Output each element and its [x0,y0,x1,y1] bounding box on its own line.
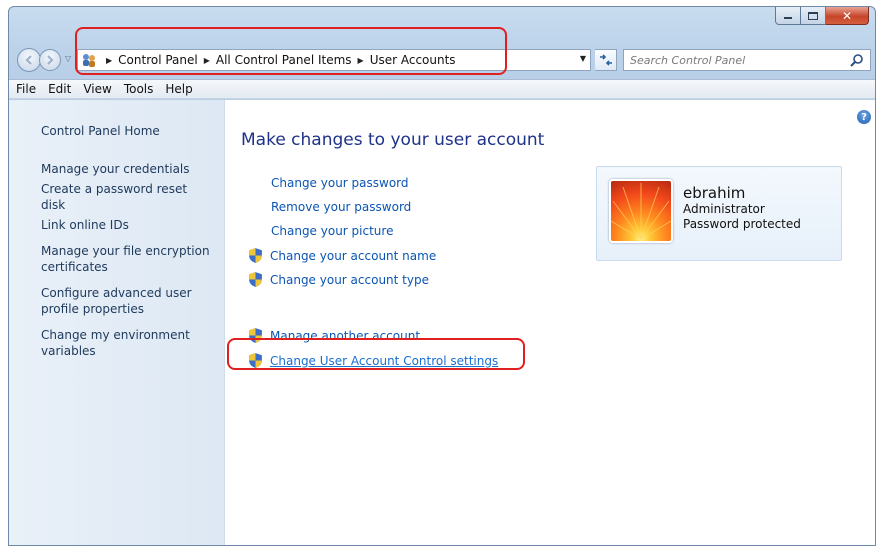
user-name: ebrahim [683,184,746,202]
task-label[interactable]: Change your account name [270,249,436,263]
link-online-ids-link[interactable]: Link online IDs [41,217,214,233]
help-icon[interactable]: ? [857,110,871,124]
breadcrumb-arrow-icon[interactable]: ▶ [106,56,112,65]
content-area: Control Panel Home Manage your credentia… [9,100,875,545]
user-info: ebrahim Administrator Password protected [683,185,801,260]
breadcrumb-user-accounts[interactable]: User Accounts [370,53,456,67]
task-change-uac-settings[interactable]: Change User Account Control settings [247,352,498,369]
navigation-bar: ▽ ▶ Control Panel ▶ All Control Panel It… [9,47,875,73]
menu-file[interactable]: File [10,82,42,96]
menu-edit[interactable]: Edit [42,82,77,96]
task-label[interactable]: Change your account type [270,273,429,287]
user-password-status: Password protected [683,217,801,231]
task-pane: Control Panel Home Manage your credentia… [9,100,225,545]
breadcrumb-all-items[interactable]: All Control Panel Items [216,53,352,67]
environment-variables-link[interactable]: Change my environment variables [41,327,214,359]
search-input[interactable] [630,53,840,67]
close-icon: ✕ [841,8,853,23]
arrow-right-icon [47,55,54,65]
minimize-icon [784,17,792,19]
refresh-button[interactable] [595,49,617,71]
task-change-account-type[interactable]: Change your account type [247,271,429,288]
shield-icon [249,272,262,287]
minimize-button[interactable] [775,7,801,25]
file-encryption-link[interactable]: Manage your file encryption certificates [41,243,214,275]
maximize-icon [808,11,818,20]
avatar [609,179,673,243]
back-button[interactable] [17,48,41,72]
address-dropdown-icon[interactable]: ▼ [580,54,586,63]
control-panel-window: ✕ ▽ ▶ Control Panel ▶ All Control Panel … [8,6,876,546]
menu-tools[interactable]: Tools [118,82,160,96]
menu-view[interactable]: View [77,82,117,96]
advanced-profile-link[interactable]: Configure advanced user profile properti… [41,285,214,317]
user-role: Administrator [683,202,765,216]
shield-icon [249,328,262,343]
search-box[interactable] [623,49,871,71]
close-button[interactable]: ✕ [826,7,869,25]
breadcrumb-control-panel[interactable]: Control Panel [118,53,198,67]
menu-help[interactable]: Help [159,82,198,96]
shield-icon [249,248,262,263]
arrow-left-icon [25,55,32,65]
address-bar[interactable]: ▶ Control Panel ▶ All Control Panel Item… [77,49,591,71]
task-change-account-name[interactable]: Change your account name [247,247,436,264]
user-account-card: ebrahim Administrator Password protected [596,166,842,261]
page-title: Make changes to your user account [241,130,545,150]
create-reset-disk-link[interactable]: Create a password reset disk [41,181,214,213]
task-label[interactable]: Remove your password [271,200,411,214]
shield-icon [249,353,262,368]
flower-picture-icon [611,183,671,240]
task-label[interactable]: Manage another account [270,329,420,343]
forward-button[interactable] [39,49,61,71]
menu-bar: File Edit View Tools Help [9,79,875,99]
manage-credentials-link[interactable]: Manage your credentials [41,161,214,177]
refresh-icon [599,54,612,66]
task-change-password[interactable]: Change your password [247,176,409,190]
task-remove-password[interactable]: Remove your password [247,200,411,214]
search-icon[interactable] [850,53,864,67]
control-panel-home-link[interactable]: Control Panel Home [41,123,214,139]
control-panel-icon [78,50,100,70]
main-pane: ? Make changes to your user account Chan… [225,100,875,545]
task-change-picture[interactable]: Change your picture [247,224,393,238]
task-manage-another-account[interactable]: Manage another account [247,327,420,344]
breadcrumb-arrow-icon[interactable]: ▶ [204,56,210,65]
recent-pages-dropdown[interactable]: ▽ [65,54,71,63]
task-label[interactable]: Change User Account Control settings [270,354,498,368]
task-label[interactable]: Change your password [271,176,409,190]
task-label[interactable]: Change your picture [271,224,393,238]
breadcrumb-arrow-icon[interactable]: ▶ [358,56,364,65]
caption-buttons: ✕ [775,7,869,25]
maximize-button[interactable] [801,7,826,25]
